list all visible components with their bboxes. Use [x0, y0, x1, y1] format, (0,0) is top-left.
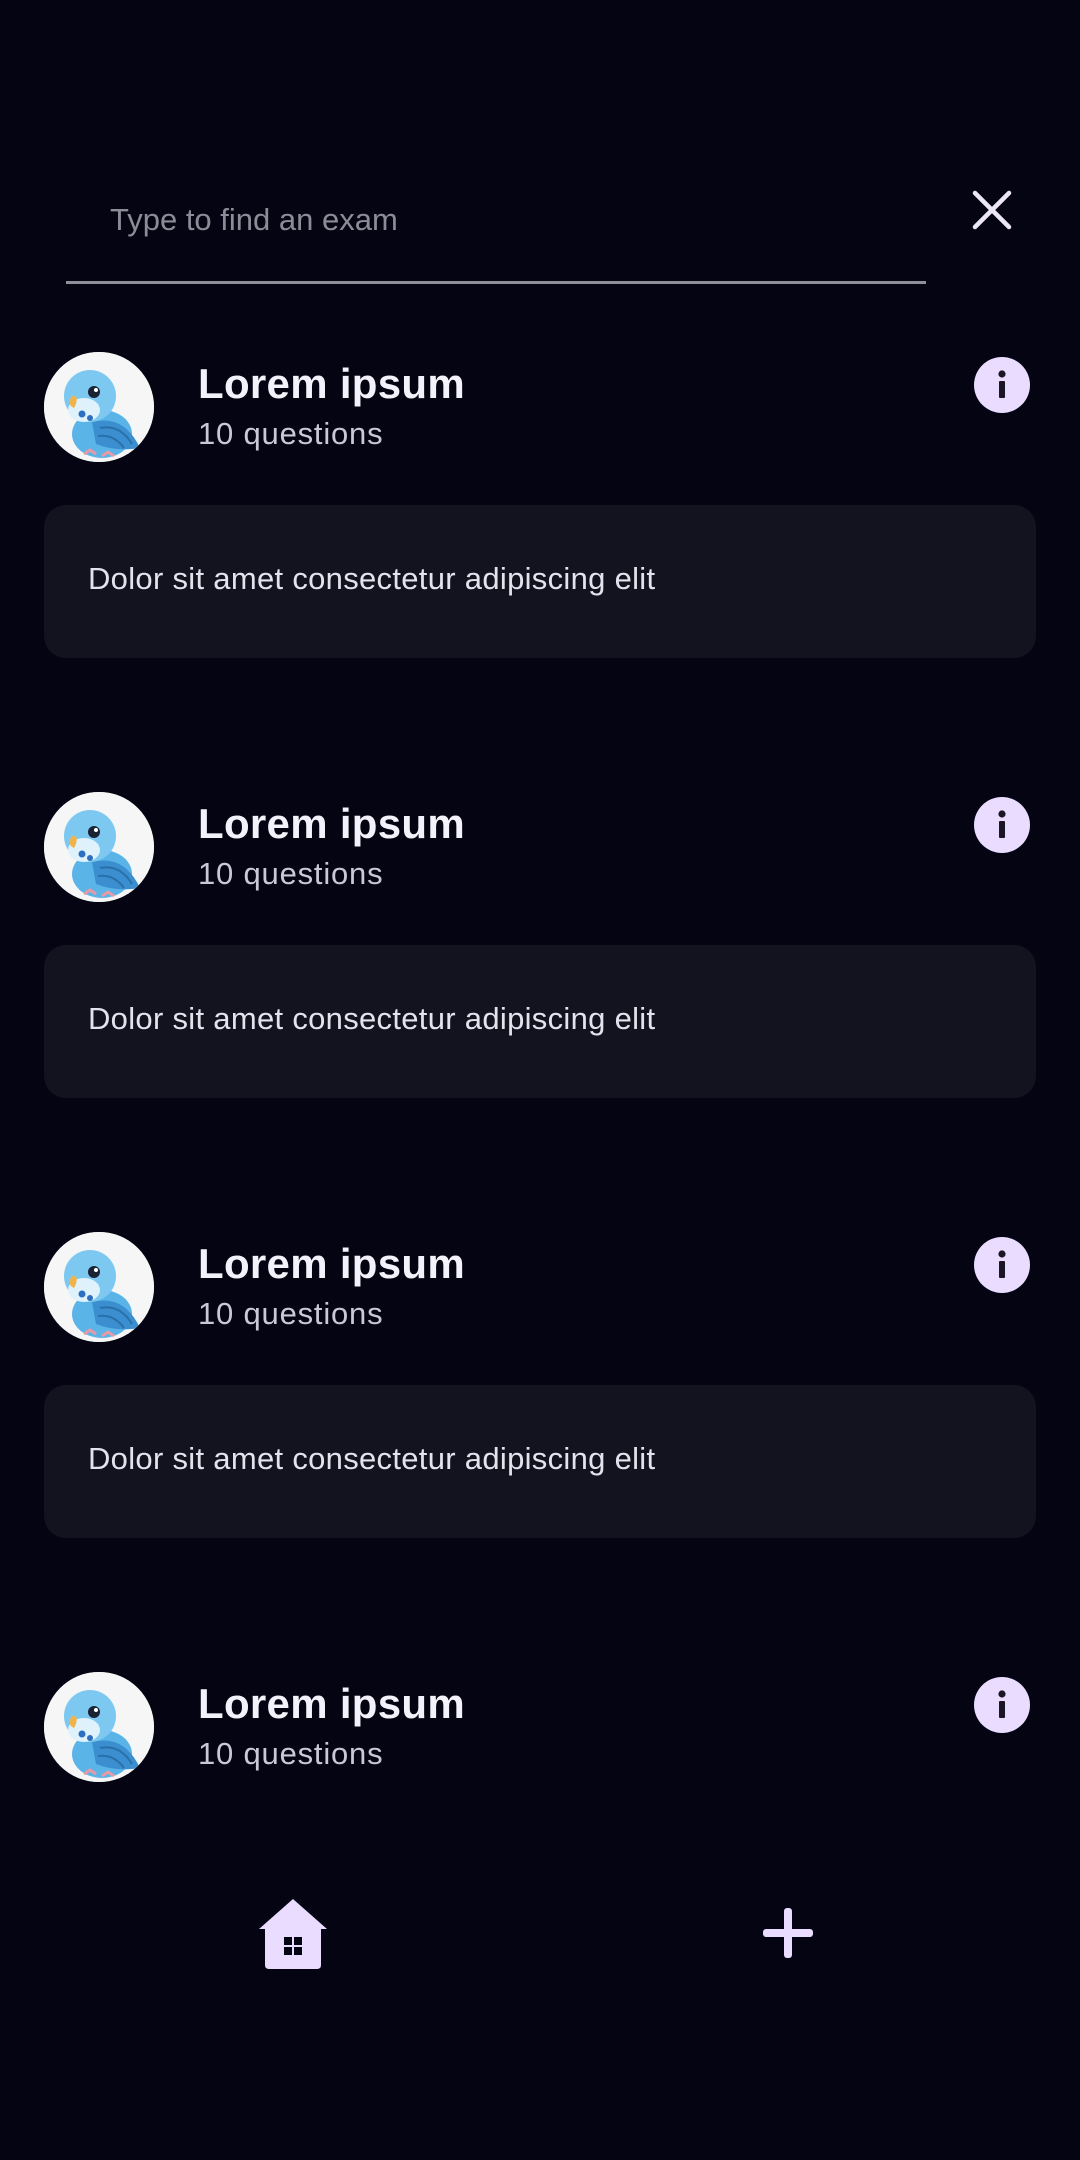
parakeet-avatar: [44, 352, 154, 462]
exam-title: Lorem ipsum: [198, 360, 466, 407]
exam-question-count: 10 questions: [198, 1736, 384, 1771]
exam-description-card[interactable]: Dolor sit amet consectetur adipiscing el…: [44, 945, 1036, 1098]
info-icon: [998, 1250, 1006, 1278]
exam-description: Dolor sit amet consectetur adipiscing el…: [88, 561, 656, 596]
exam-description-card[interactable]: Dolor sit amet consectetur adipiscing el…: [44, 1385, 1036, 1538]
parakeet-avatar: [44, 1232, 154, 1342]
info-button[interactable]: [974, 357, 1030, 413]
parakeet-avatar: [44, 1672, 154, 1782]
info-icon: [998, 370, 1006, 398]
exam-question-count: 10 questions: [198, 1296, 384, 1331]
info-icon: [998, 810, 1006, 838]
close-button[interactable]: [962, 180, 1022, 240]
info-button[interactable]: [974, 1677, 1030, 1733]
info-button[interactable]: [974, 797, 1030, 853]
exam-question-count: 10 questions: [198, 416, 384, 451]
plus-icon: [763, 1908, 813, 1958]
exam-description-card[interactable]: Dolor sit amet consectetur adipiscing el…: [44, 505, 1036, 658]
exam-title: Lorem ipsum: [198, 1680, 466, 1727]
exam-description: Dolor sit amet consectetur adipiscing el…: [88, 1001, 656, 1036]
info-icon: [998, 1690, 1006, 1718]
exam-title: Lorem ipsum: [198, 1240, 466, 1287]
info-button[interactable]: [974, 1237, 1030, 1293]
home-icon: [259, 1899, 327, 1969]
exam-title: Lorem ipsum: [198, 800, 466, 847]
add-button[interactable]: [743, 1888, 833, 1978]
search-input[interactable]: [110, 180, 890, 260]
home-button[interactable]: [248, 1888, 338, 1978]
parakeet-avatar: [44, 792, 154, 902]
close-icon: [972, 190, 1012, 230]
search-field[interactable]: [66, 168, 926, 284]
exam-description: Dolor sit amet consectetur adipiscing el…: [88, 1441, 656, 1476]
exam-question-count: 10 questions: [198, 856, 384, 891]
